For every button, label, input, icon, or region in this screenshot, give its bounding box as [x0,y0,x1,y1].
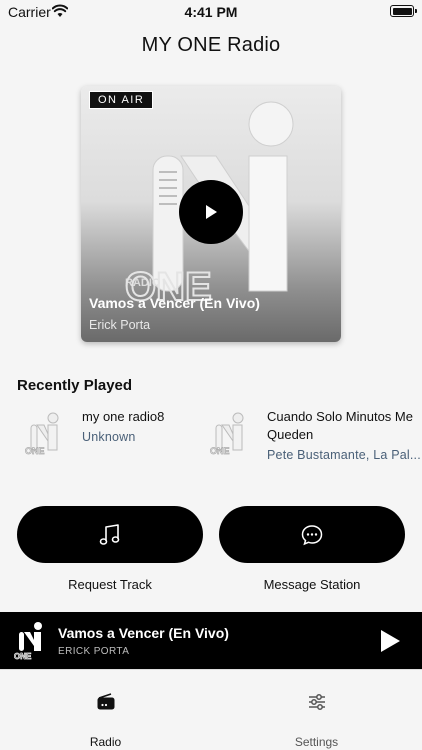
now-playing-title: Vamos a Vencer (En Vivo) [58,625,229,641]
battery-icon [390,5,417,17]
play-button[interactable] [179,180,243,244]
now-playing-artist: ERICK PORTA [58,646,130,657]
recent-track-artist: Pete Bustamante, La Pal... [267,448,421,462]
play-icon[interactable] [378,628,402,654]
station-artwork: RADIO ONE ON AIR Vamos a Vencer (En Vivo… [81,86,341,342]
music-note-icon [99,523,120,545]
radio-icon [97,693,115,710]
now-playing-bar[interactable]: ONE Vamos a Vencer (En Vivo) ERICK PORTA [0,612,422,669]
message-bubble-icon [301,524,323,545]
request-track-button[interactable] [17,506,203,563]
list-item[interactable]: ONE Cuando Solo Minutos Me Queden Pete B… [204,408,422,472]
recently-played-list[interactable]: ONE my one radio8 Unknown ONE Cuando Sol… [0,408,422,472]
recent-track-name: my one radio8 [82,409,165,424]
status-bar: Carrier 4:41 PM [0,0,422,24]
now-playing-logo: ONE [14,622,42,661]
station-logo-thumb: ONE [25,412,59,456]
recent-track-artist: Unknown [82,430,136,444]
tab-radio[interactable]: Radio [0,670,211,750]
clock: 4:41 PM [184,4,238,20]
recently-played-heading: Recently Played [17,377,133,394]
sliders-icon [309,694,325,710]
track-artist: Erick Porta [89,318,151,332]
tab-settings[interactable]: Settings [211,670,422,750]
list-item[interactable]: ONE my one radio8 Unknown [19,408,209,472]
recent-track-name: Cuando Solo Minutos Me Queden [267,409,413,442]
tab-radio-label: Radio [89,735,122,749]
tab-settings-label: Settings [294,735,339,749]
svg-text:ONE: ONE [25,446,45,456]
request-track-label: Request Track [68,577,152,592]
message-station-button[interactable] [219,506,405,563]
on-air-badge: ON AIR [89,91,154,109]
app-title: MY ONE Radio [141,34,281,56]
station-logo-thumb: ONE [210,412,244,456]
svg-text:ONE: ONE [210,446,230,456]
message-station-label: Message Station [263,577,361,592]
play-icon [206,205,217,219]
track-title: Vamos a Vencer (En Vivo) [89,295,260,311]
svg-text:ONE: ONE [14,652,32,661]
tab-bar: Radio Settings [0,669,422,750]
